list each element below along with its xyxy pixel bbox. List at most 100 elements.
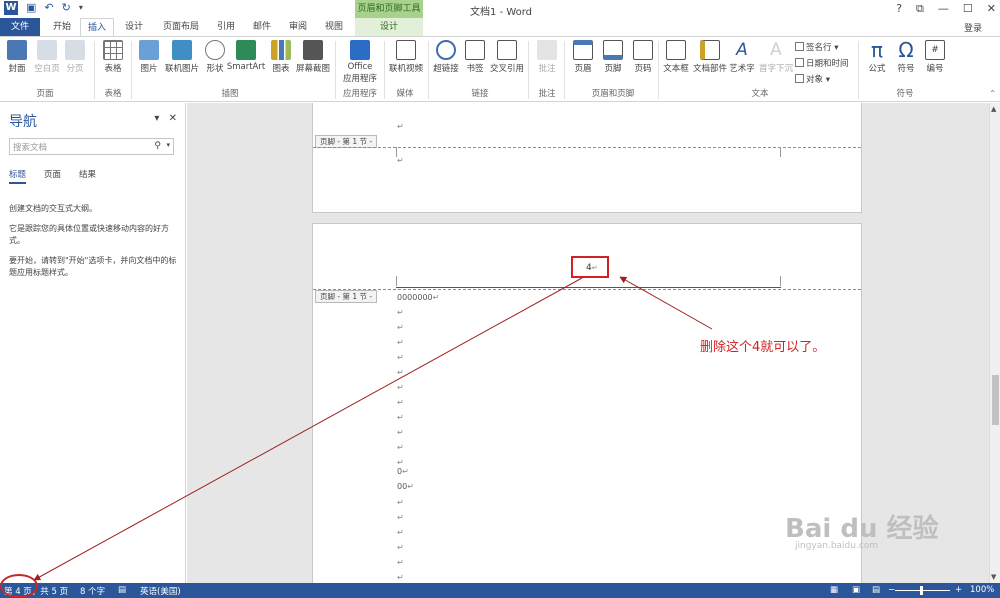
tab-design[interactable]: 设计 bbox=[118, 18, 150, 36]
nav-tab-results[interactable]: 结果 bbox=[79, 168, 96, 184]
screenshot-button[interactable]: 屏幕截图 bbox=[292, 40, 334, 74]
page-break-button[interactable]: 分页 bbox=[58, 40, 92, 74]
tab-insert[interactable]: 插入 bbox=[80, 18, 114, 36]
table-button[interactable]: 表格 bbox=[96, 40, 130, 74]
customize-qat-icon[interactable]: ▾ bbox=[79, 1, 83, 15]
scrollbar-thumb[interactable] bbox=[992, 375, 999, 425]
group-text-label: 文本 bbox=[751, 89, 769, 99]
page-3[interactable]: ↵ 页脚 - 第 1 节 - ↵ bbox=[312, 103, 862, 213]
footer-button[interactable]: 页脚 bbox=[596, 40, 630, 74]
object-button[interactable]: 对象 ▾ bbox=[795, 73, 830, 85]
quick-parts-button[interactable]: 文档部件 bbox=[690, 40, 730, 74]
group-tables-label: 表格 bbox=[104, 89, 122, 99]
ribbon-separator bbox=[384, 41, 385, 99]
tab-mailings[interactable]: 邮件 bbox=[246, 18, 278, 36]
header-button[interactable]: 页眉 bbox=[566, 40, 600, 74]
title-bar: W ▣ ↶ ↻ ▾ 页眉和页脚工具 文档1 - Word ? ⧉ — ☐ ✕ bbox=[0, 0, 1000, 18]
group-header-footer-label: 页眉和页脚 bbox=[591, 89, 635, 99]
page-number-button[interactable]: 页码 bbox=[626, 40, 660, 74]
document-title: 文档1 - Word bbox=[470, 7, 533, 18]
read-mode-icon[interactable]: ▦ bbox=[830, 585, 838, 595]
quick-parts-icon bbox=[700, 40, 720, 60]
collapse-ribbon-icon[interactable]: ⌃ bbox=[989, 89, 996, 98]
group-links-label: 链接 bbox=[471, 89, 489, 99]
redo-icon[interactable]: ↻ bbox=[62, 1, 71, 15]
window-controls: ? ⧉ — ☐ ✕ bbox=[896, 0, 996, 18]
margin-corner bbox=[780, 276, 781, 286]
scroll-down-icon[interactable]: ▼ bbox=[991, 573, 996, 581]
nav-tab-headings[interactable]: 标题 bbox=[9, 168, 27, 184]
proofing-icon[interactable]: ▤ bbox=[118, 585, 126, 595]
zoom-in-button[interactable]: + bbox=[955, 585, 962, 595]
print-layout-icon[interactable]: ▣ bbox=[852, 585, 860, 595]
group-symbols-label: 符号 bbox=[896, 89, 914, 99]
textbox-button[interactable]: 文本框 bbox=[660, 40, 692, 74]
header-boundary bbox=[313, 289, 861, 290]
nav-close-icon[interactable]: ✕ bbox=[169, 113, 177, 124]
zoom-level[interactable]: 100% bbox=[970, 585, 994, 595]
sign-in-link[interactable]: 登录 bbox=[964, 21, 982, 34]
paragraph-mark: ↵ bbox=[397, 543, 404, 552]
paragraph-mark: ↵ bbox=[397, 573, 404, 582]
scroll-up-icon[interactable]: ▲ bbox=[991, 105, 996, 113]
group-pages-label: 页面 bbox=[36, 89, 54, 99]
cross-reference-button[interactable]: 交叉引用 bbox=[486, 40, 528, 74]
tab-review[interactable]: 审阅 bbox=[282, 18, 314, 36]
smartart-button[interactable]: SmartArt bbox=[226, 40, 266, 72]
close-button[interactable]: ✕ bbox=[987, 0, 996, 18]
margin-corner bbox=[396, 276, 397, 286]
comment-button[interactable]: 批注 bbox=[530, 40, 564, 74]
tab-home[interactable]: 开始 bbox=[46, 18, 78, 36]
drop-cap-icon: A bbox=[770, 40, 782, 60]
nav-search-input[interactable]: 搜索文档 ⚲ ▾ bbox=[9, 138, 174, 155]
date-time-button[interactable]: 日期和时间 bbox=[795, 57, 849, 69]
numbering-button[interactable]: # 编号 bbox=[918, 40, 952, 74]
minimize-button[interactable]: — bbox=[938, 0, 949, 18]
undo-icon[interactable]: ↶ bbox=[44, 1, 53, 15]
search-icon[interactable]: ⚲ bbox=[154, 141, 161, 151]
picture-button[interactable]: 图片 bbox=[132, 40, 166, 74]
online-video-button[interactable]: 联机视频 bbox=[386, 40, 426, 74]
online-video-icon bbox=[396, 40, 416, 60]
nav-options-icon[interactable]: ▾ bbox=[154, 113, 159, 124]
nav-tab-pages[interactable]: 页面 bbox=[44, 168, 61, 184]
online-picture-button[interactable]: 联机图片 bbox=[162, 40, 202, 74]
status-language[interactable]: 英语(美国) bbox=[140, 585, 181, 597]
tab-page-layout[interactable]: 页面布局 bbox=[156, 18, 206, 36]
group-comments-label: 批注 bbox=[538, 89, 556, 99]
header-rule-line bbox=[396, 287, 781, 288]
save-icon[interactable]: ▣ bbox=[26, 1, 36, 15]
ribbon-separator bbox=[564, 41, 565, 99]
zoom-slider-thumb[interactable] bbox=[920, 586, 923, 595]
paragraph-mark: ↵ bbox=[397, 338, 404, 347]
help-button[interactable]: ? bbox=[896, 0, 902, 18]
paragraph-mark: ↵ bbox=[397, 513, 404, 522]
tab-file[interactable]: 文件 bbox=[0, 18, 40, 36]
picture-icon bbox=[139, 40, 159, 60]
maximize-button[interactable]: ☐ bbox=[963, 0, 973, 18]
tab-view[interactable]: 视图 bbox=[318, 18, 350, 36]
ribbon-display-button[interactable]: ⧉ bbox=[916, 0, 924, 18]
signature-line-button[interactable]: 签名行 ▾ bbox=[795, 41, 838, 53]
page-4[interactable]: 4↵ 页脚 - 第 1 节 - 0000000↵ ↵ ↵ ↵ ↵ ↵ ↵ ↵ ↵… bbox=[312, 223, 862, 583]
paragraph-mark: ↵ bbox=[397, 353, 404, 362]
paragraph-mark: ↵ bbox=[397, 413, 404, 422]
paragraph-mark: ↵ bbox=[397, 498, 404, 507]
ribbon-separator bbox=[94, 41, 95, 99]
status-word-count[interactable]: 8 个字 bbox=[80, 585, 105, 597]
nav-help-text-1: 创建文档的交互式大纲。 bbox=[9, 204, 97, 213]
nav-help-text-3: 要开始，请转到"开始"选项卡，并向文档中的标题应用标题样式。 bbox=[9, 256, 177, 277]
search-options-icon[interactable]: ▾ bbox=[166, 141, 170, 149]
vertical-scrollbar[interactable]: ▲ ▼ bbox=[989, 103, 1000, 583]
wordart-button[interactable]: A 艺术字 bbox=[726, 40, 758, 74]
paragraph-mark: ↵ bbox=[397, 458, 404, 467]
status-page-highlight-circle bbox=[0, 574, 38, 598]
tab-header-footer-design[interactable]: 设计 bbox=[355, 18, 423, 36]
web-layout-icon[interactable]: ▤ bbox=[872, 585, 880, 595]
cover-page-button[interactable]: 封面 bbox=[0, 40, 34, 74]
drop-cap-button[interactable]: A 首字下沉 bbox=[756, 40, 796, 74]
paragraph-mark: ↵ bbox=[397, 398, 404, 407]
tab-references[interactable]: 引用 bbox=[210, 18, 242, 36]
paragraph-mark: ↵ bbox=[397, 308, 404, 317]
office-apps-button[interactable]: Office 应用程序 bbox=[338, 40, 382, 84]
